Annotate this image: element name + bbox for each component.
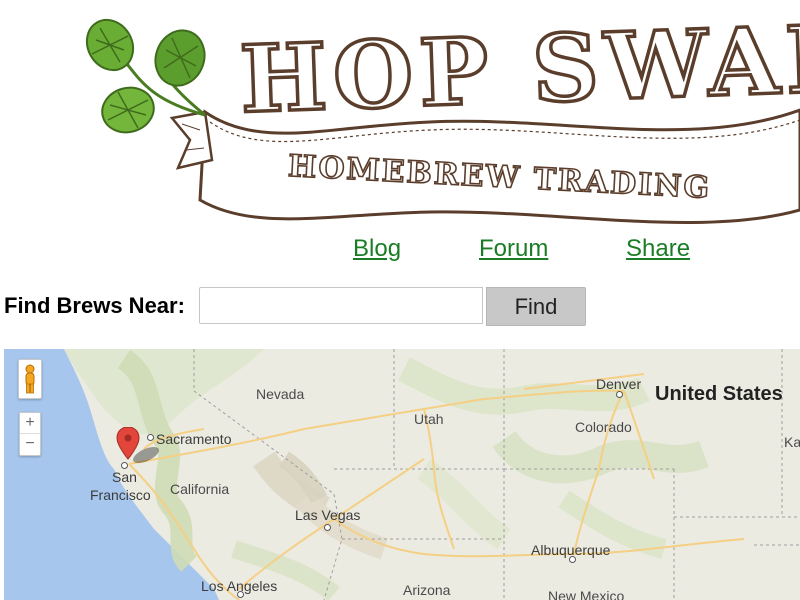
state-label-kansas: Ka: [784, 434, 800, 450]
city-label-albuquerque: Albuquerque: [531, 542, 611, 558]
state-label-nevada: Nevada: [256, 386, 305, 402]
city-label-san-francisco-line2: Francisco: [90, 487, 151, 503]
zoom-control: + −: [19, 412, 41, 456]
find-brews-label: Find Brews Near:: [4, 293, 185, 318]
nav-link-forum[interactable]: Forum: [479, 235, 548, 263]
city-label-las-vegas: Las Vegas: [295, 507, 361, 523]
city-label-san-francisco-line1: San: [112, 469, 137, 485]
location-search-input[interactable]: [199, 287, 483, 324]
state-label-colorado: Colorado: [575, 419, 632, 435]
city-dot-las-vegas: [324, 524, 331, 531]
city-dot-sacramento: [147, 434, 154, 441]
city-label-denver: Denver: [596, 376, 642, 392]
map-view[interactable]: + − United States Nevada Utah Colorado C…: [4, 349, 800, 600]
state-label-california: California: [170, 481, 230, 497]
logo-title: HOP SWAP: [238, 4, 800, 134]
city-label-sacramento: Sacramento: [156, 431, 232, 447]
state-label-arizona: Arizona: [403, 582, 451, 598]
city-label-los-angeles: Los Angeles: [201, 578, 278, 594]
country-label-united-states: United States: [655, 383, 783, 405]
state-label-utah: Utah: [414, 411, 444, 427]
city-dot-san-francisco: [121, 462, 128, 469]
nav-link-share[interactable]: Share: [626, 235, 690, 263]
state-label-new-mexico: New Mexico: [548, 588, 625, 600]
find-button[interactable]: Find: [486, 287, 586, 326]
zoom-in-button[interactable]: +: [20, 413, 40, 434]
street-view-pegman-icon[interactable]: [18, 359, 42, 399]
zoom-out-button[interactable]: −: [20, 434, 40, 454]
city-dot-denver: [616, 391, 623, 398]
hop-swap-logo[interactable]: HOP SWAP HOMEBREW TRADING: [0, 0, 800, 235]
nav-link-blog[interactable]: Blog: [353, 235, 401, 263]
